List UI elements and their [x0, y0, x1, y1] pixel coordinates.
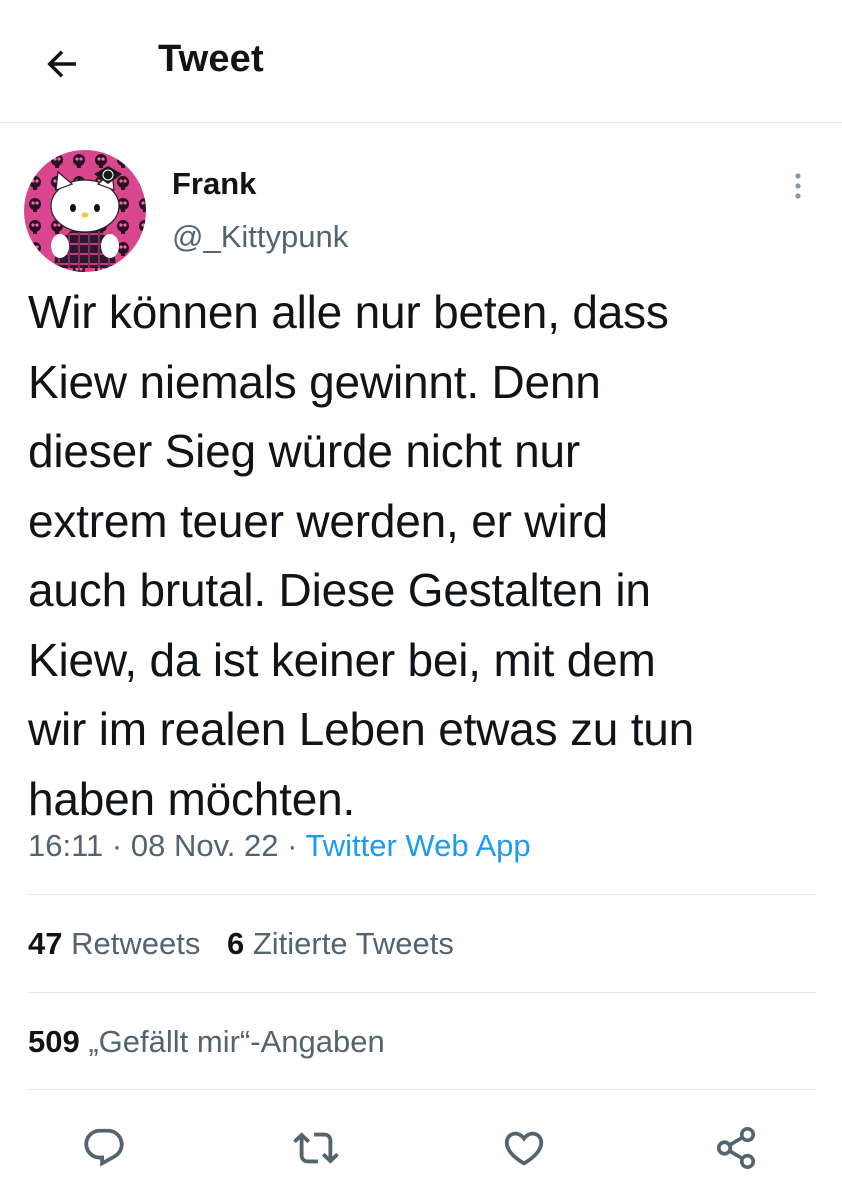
retweets-label: Retweets: [71, 926, 201, 961]
top-bar: Tweet: [0, 0, 842, 123]
avatar[interactable]: [24, 150, 146, 272]
source-app-link[interactable]: Twitter Web App: [306, 828, 531, 863]
display-name[interactable]: Frank: [172, 166, 256, 202]
quotes-label: Zitierte Tweets: [252, 926, 454, 961]
tweet-meta: 16:11 · 08 Nov. 22 · Twitter Web App: [28, 828, 531, 864]
like-icon: [504, 1131, 544, 1166]
stats-row: 47 Retweets 6 Zitierte Tweets: [28, 926, 454, 962]
user-handle[interactable]: @_Kittypunk: [172, 219, 348, 255]
tweet-text: Wir können alle nur beten, dass Kiew nie…: [28, 286, 695, 825]
retweet-icon: [293, 1132, 339, 1164]
divider: [28, 992, 816, 993]
arrow-left-icon: [47, 50, 76, 78]
tweet-date[interactable]: 08 Nov. 22: [131, 828, 279, 863]
tweet-time[interactable]: 16:11: [28, 828, 103, 863]
divider: [28, 894, 816, 895]
likes-stat[interactable]: 509 „Gefällt mir“-Angaben: [28, 1024, 385, 1059]
hello-kitty-avatar: [24, 150, 146, 272]
reply-icon: [84, 1128, 124, 1167]
meta-separator: ·: [111, 828, 123, 863]
share-button[interactable]: [708, 1120, 764, 1176]
action-bar: [0, 1100, 842, 1200]
retweets-count: 47: [28, 926, 63, 961]
likes-count: 509: [28, 1024, 80, 1059]
back-button[interactable]: [38, 40, 86, 88]
quotes-count: 6: [226, 926, 245, 961]
divider: [28, 1089, 816, 1090]
more-vertical-icon: [795, 173, 801, 199]
share-icon: [716, 1127, 756, 1169]
likes-label: „Gefällt mir“-Angaben: [88, 1024, 385, 1059]
more-options-button[interactable]: [784, 166, 812, 206]
retweet-button[interactable]: [288, 1120, 344, 1176]
quotes-stat[interactable]: 6 Zitierte Tweets: [227, 926, 454, 961]
page-title: Tweet: [158, 38, 264, 80]
retweets-stat[interactable]: 47 Retweets: [28, 926, 209, 961]
like-button[interactable]: [496, 1120, 552, 1176]
meta-separator: ·: [287, 828, 298, 863]
reply-button[interactable]: [76, 1120, 132, 1176]
likes-row: 509 „Gefällt mir“-Angaben: [28, 1024, 385, 1060]
